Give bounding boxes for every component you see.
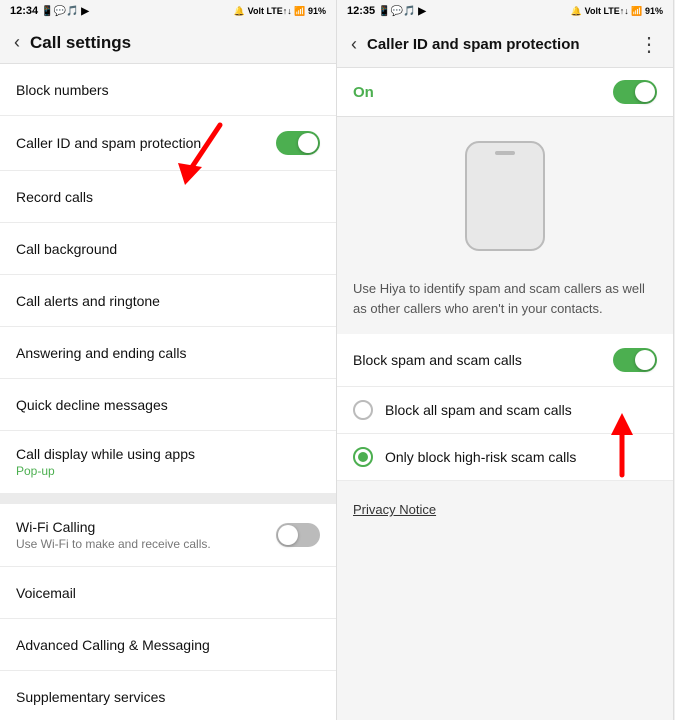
list-item-block-numbers[interactable]: Block numbers bbox=[0, 64, 336, 116]
voicemail-label: Voicemail bbox=[16, 585, 76, 601]
radio-group: Block all spam and scam calls Only block… bbox=[337, 387, 673, 481]
back-button-right[interactable]: ‹ bbox=[351, 34, 357, 55]
call-alerts-label: Call alerts and ringtone bbox=[16, 293, 160, 309]
call-display-label: Call display while using apps bbox=[16, 446, 195, 462]
quick-decline-label: Quick decline messages bbox=[16, 397, 168, 413]
left-panel: 12:34 📱💬🎵 ▶ 🔔 Volt LTE↑↓ 📶 91% ‹ Call se… bbox=[0, 0, 337, 720]
list-item-answering-ending[interactable]: Answering and ending calls bbox=[0, 327, 336, 379]
list-item-caller-id[interactable]: Caller ID and spam protection bbox=[0, 116, 336, 171]
status-icons-left: 📱💬🎵 ▶ bbox=[41, 6, 89, 17]
status-right-left: 🔔 Volt LTE↑↓ 📶 91% bbox=[234, 6, 326, 17]
block-spam-toggle[interactable] bbox=[613, 348, 657, 372]
radio-circle-block-high-risk bbox=[353, 447, 373, 467]
radio-item-block-all[interactable]: Block all spam and scam calls bbox=[337, 387, 673, 434]
list-item-wifi-calling[interactable]: Wi-Fi Calling Use Wi-Fi to make and rece… bbox=[0, 504, 336, 567]
main-toggle[interactable] bbox=[613, 80, 657, 104]
header-left: ‹ Call settings bbox=[0, 22, 336, 64]
call-display-sub: Pop-up bbox=[16, 464, 195, 478]
back-button-left[interactable]: ‹ bbox=[14, 32, 20, 53]
wifi-calling-toggle[interactable] bbox=[276, 523, 320, 547]
page-title-left: Call settings bbox=[30, 33, 322, 53]
status-right-right: 🔔 Volt LTE↑↓ 📶 91% bbox=[571, 6, 663, 17]
phone-outline-graphic bbox=[465, 141, 545, 251]
answering-ending-label: Answering and ending calls bbox=[16, 345, 186, 361]
record-calls-label: Record calls bbox=[16, 189, 93, 205]
list-item-supplementary[interactable]: Supplementary services bbox=[0, 671, 336, 720]
status-left-right: 12:35 📱💬🎵 ▶ bbox=[347, 5, 426, 17]
time-right: 12:35 bbox=[347, 5, 375, 17]
on-row: On bbox=[337, 68, 673, 117]
call-background-label: Call background bbox=[16, 241, 117, 257]
wifi-calling-sub: Use Wi-Fi to make and receive calls. bbox=[16, 537, 211, 551]
signal-icons-left: 🔔 Volt LTE↑↓ 📶 91% bbox=[234, 6, 326, 17]
phone-illustration bbox=[337, 117, 673, 269]
radio-label-block-high-risk: Only block high-risk scam calls bbox=[385, 449, 576, 465]
privacy-notice-link[interactable]: Privacy Notice bbox=[353, 502, 436, 517]
overflow-menu-button[interactable]: ⋮ bbox=[639, 32, 659, 57]
caller-id-toggle[interactable] bbox=[276, 131, 320, 155]
list-item-call-alerts[interactable]: Call alerts and ringtone bbox=[0, 275, 336, 327]
block-numbers-label: Block numbers bbox=[16, 82, 109, 98]
list-item-call-background[interactable]: Call background bbox=[0, 223, 336, 275]
supplementary-label: Supplementary services bbox=[16, 689, 165, 705]
radio-label-block-all: Block all spam and scam calls bbox=[385, 402, 572, 418]
header-right: ‹ Caller ID and spam protection ⋮ bbox=[337, 22, 673, 68]
advanced-calling-label: Advanced Calling & Messaging bbox=[16, 637, 210, 653]
list-item-call-display[interactable]: Call display while using apps Pop-up bbox=[0, 431, 336, 494]
wifi-calling-label: Wi-Fi Calling bbox=[16, 519, 211, 535]
caller-id-label: Caller ID and spam protection bbox=[16, 135, 201, 151]
time-left: 12:34 bbox=[10, 5, 38, 17]
settings-list: Block numbers Caller ID and spam protect… bbox=[0, 64, 336, 720]
radio-circle-block-all bbox=[353, 400, 373, 420]
list-item-quick-decline[interactable]: Quick decline messages bbox=[0, 379, 336, 431]
list-item-voicemail[interactable]: Voicemail bbox=[0, 567, 336, 619]
privacy-section: Privacy Notice bbox=[337, 481, 673, 720]
status-bar-left: 12:34 📱💬🎵 ▶ 🔔 Volt LTE↑↓ 📶 91% bbox=[0, 0, 336, 22]
list-item-record-calls[interactable]: Record calls bbox=[0, 171, 336, 223]
list-item-advanced-calling[interactable]: Advanced Calling & Messaging bbox=[0, 619, 336, 671]
status-icons-right-left: 📱💬🎵 ▶ bbox=[378, 6, 426, 17]
status-left: 12:34 📱💬🎵 ▶ bbox=[10, 5, 89, 17]
block-spam-label: Block spam and scam calls bbox=[353, 352, 522, 368]
description-text: Use Hiya to identify spam and scam calle… bbox=[337, 269, 673, 334]
radio-item-block-high-risk[interactable]: Only block high-risk scam calls bbox=[337, 434, 673, 481]
block-spam-row[interactable]: Block spam and scam calls bbox=[337, 334, 673, 387]
signal-icons-right: 🔔 Volt LTE↑↓ 📶 91% bbox=[571, 6, 663, 17]
page-title-right: Caller ID and spam protection bbox=[367, 36, 629, 53]
right-panel: 12:35 📱💬🎵 ▶ 🔔 Volt LTE↑↓ 📶 91% ‹ Caller … bbox=[337, 0, 674, 720]
status-bar-right: 12:35 📱💬🎵 ▶ 🔔 Volt LTE↑↓ 📶 91% bbox=[337, 0, 673, 22]
section-divider bbox=[0, 494, 336, 504]
on-label: On bbox=[353, 84, 374, 101]
